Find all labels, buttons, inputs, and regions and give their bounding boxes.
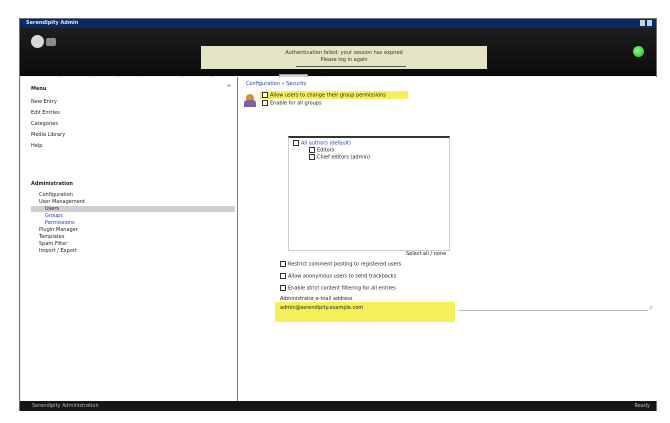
sidebar-item-new-entry[interactable]: New Entry [31, 99, 57, 105]
tree-child-label: Chief editors (admin) [317, 154, 370, 161]
sidebar-link-permissions[interactable]: Permissions [45, 220, 75, 226]
notice-line-2: Please log in again [320, 57, 368, 63]
sidebar: Menu ^ New Entry Edit Entries Categories… [21, 77, 238, 401]
title-bar: Serendipity Admin [20, 19, 656, 28]
tree-child-checkbox[interactable] [309, 154, 315, 160]
option-main[interactable]: Allow users to change their group permis… [262, 92, 386, 99]
section-title: Administration [31, 181, 73, 187]
notice-underline [296, 66, 406, 67]
option-label: Enable strict content filtering for all … [288, 285, 396, 292]
collapse-caret-icon[interactable]: ^ [226, 84, 232, 92]
session-notice: Authentication failed: your session has … [201, 46, 487, 69]
option-main-checkbox[interactable] [262, 92, 268, 98]
option-checkbox[interactable] [280, 285, 286, 291]
sidebar-item-media[interactable]: Media Library [31, 132, 65, 138]
sidebar-link-users[interactable]: Users [31, 206, 235, 212]
option-row[interactable]: Enable strict content filtering for all … [280, 285, 396, 292]
tree-child[interactable]: Editors [309, 147, 334, 154]
sidebar-link-import-export[interactable]: Import / Export [39, 248, 77, 254]
users-icon [244, 94, 257, 107]
option-checkbox[interactable] [280, 261, 286, 267]
notice-line-1: Authentication failed: your session has … [285, 50, 403, 56]
sidebar-heading: Menu [31, 86, 47, 92]
window-title: Serendipity Admin [26, 20, 79, 26]
sidebar-item-help[interactable]: Help [31, 143, 42, 149]
app-header: Authentication failed: your session has … [20, 28, 656, 86]
resize-handle-icon[interactable]: ↗ [648, 305, 653, 312]
app-logo [31, 35, 59, 49]
tree-root-label: All authors (default) [301, 140, 351, 147]
status-led-icon [633, 46, 644, 57]
status-left: Serendipity Administration [32, 403, 99, 409]
content-pane: Configuration » Security Allow users to … [238, 77, 657, 401]
option-sub-checkbox[interactable] [262, 100, 268, 106]
option-label: Restrict comment posting to registered u… [288, 261, 402, 268]
sidebar-link-templates[interactable]: Templates [39, 234, 64, 240]
option-row[interactable]: Allow anonymous users to send trackbacks [280, 273, 396, 280]
sidebar-item-categories[interactable]: Categories [31, 121, 58, 127]
group-tree: All authors (default) Editors Chief edit… [288, 136, 450, 251]
sidebar-link-user-management[interactable]: User Management [39, 199, 85, 205]
window-controls [640, 20, 652, 26]
sidebar-link-spam-filter[interactable]: Spam Filter [39, 241, 67, 247]
tree-root-checkbox[interactable] [293, 140, 299, 146]
sidebar-item-edit-entries[interactable]: Edit Entries [31, 110, 60, 116]
option-sub-label: Enable for all groups [270, 100, 322, 107]
tree-child-label: Editors [317, 147, 335, 154]
minimize-button[interactable] [640, 20, 645, 26]
tree-child-checkbox[interactable] [309, 147, 315, 153]
email-field[interactable]: admin@serendipity.example.com [280, 305, 363, 311]
tree-footer-link[interactable]: Select all / none [406, 251, 446, 257]
option-checkbox[interactable] [280, 273, 286, 279]
tree-root[interactable]: All authors (default) [293, 140, 351, 147]
status-bar: Serendipity Administration Ready [20, 401, 656, 411]
option-main-label: Allow users to change their group permis… [270, 92, 386, 99]
sidebar-link-groups[interactable]: Groups [45, 213, 63, 219]
option-sub[interactable]: Enable for all groups [262, 100, 322, 107]
tree-child[interactable]: Chief editors (admin) [309, 154, 370, 161]
sidebar-link-plugin-manager[interactable]: Plugin Manager [39, 227, 78, 233]
close-button[interactable] [647, 20, 652, 26]
option-row[interactable]: Restrict comment posting to registered u… [280, 261, 401, 268]
page-title: Configuration » Security [246, 81, 307, 87]
field-underline [458, 310, 648, 311]
sidebar-link-configuration[interactable]: Configuration [39, 192, 73, 198]
status-right: Ready [634, 403, 650, 409]
option-label: Allow anonymous users to send trackbacks [288, 273, 397, 280]
admin-window: Serendipity Admin Authentication failed:… [19, 18, 657, 411]
